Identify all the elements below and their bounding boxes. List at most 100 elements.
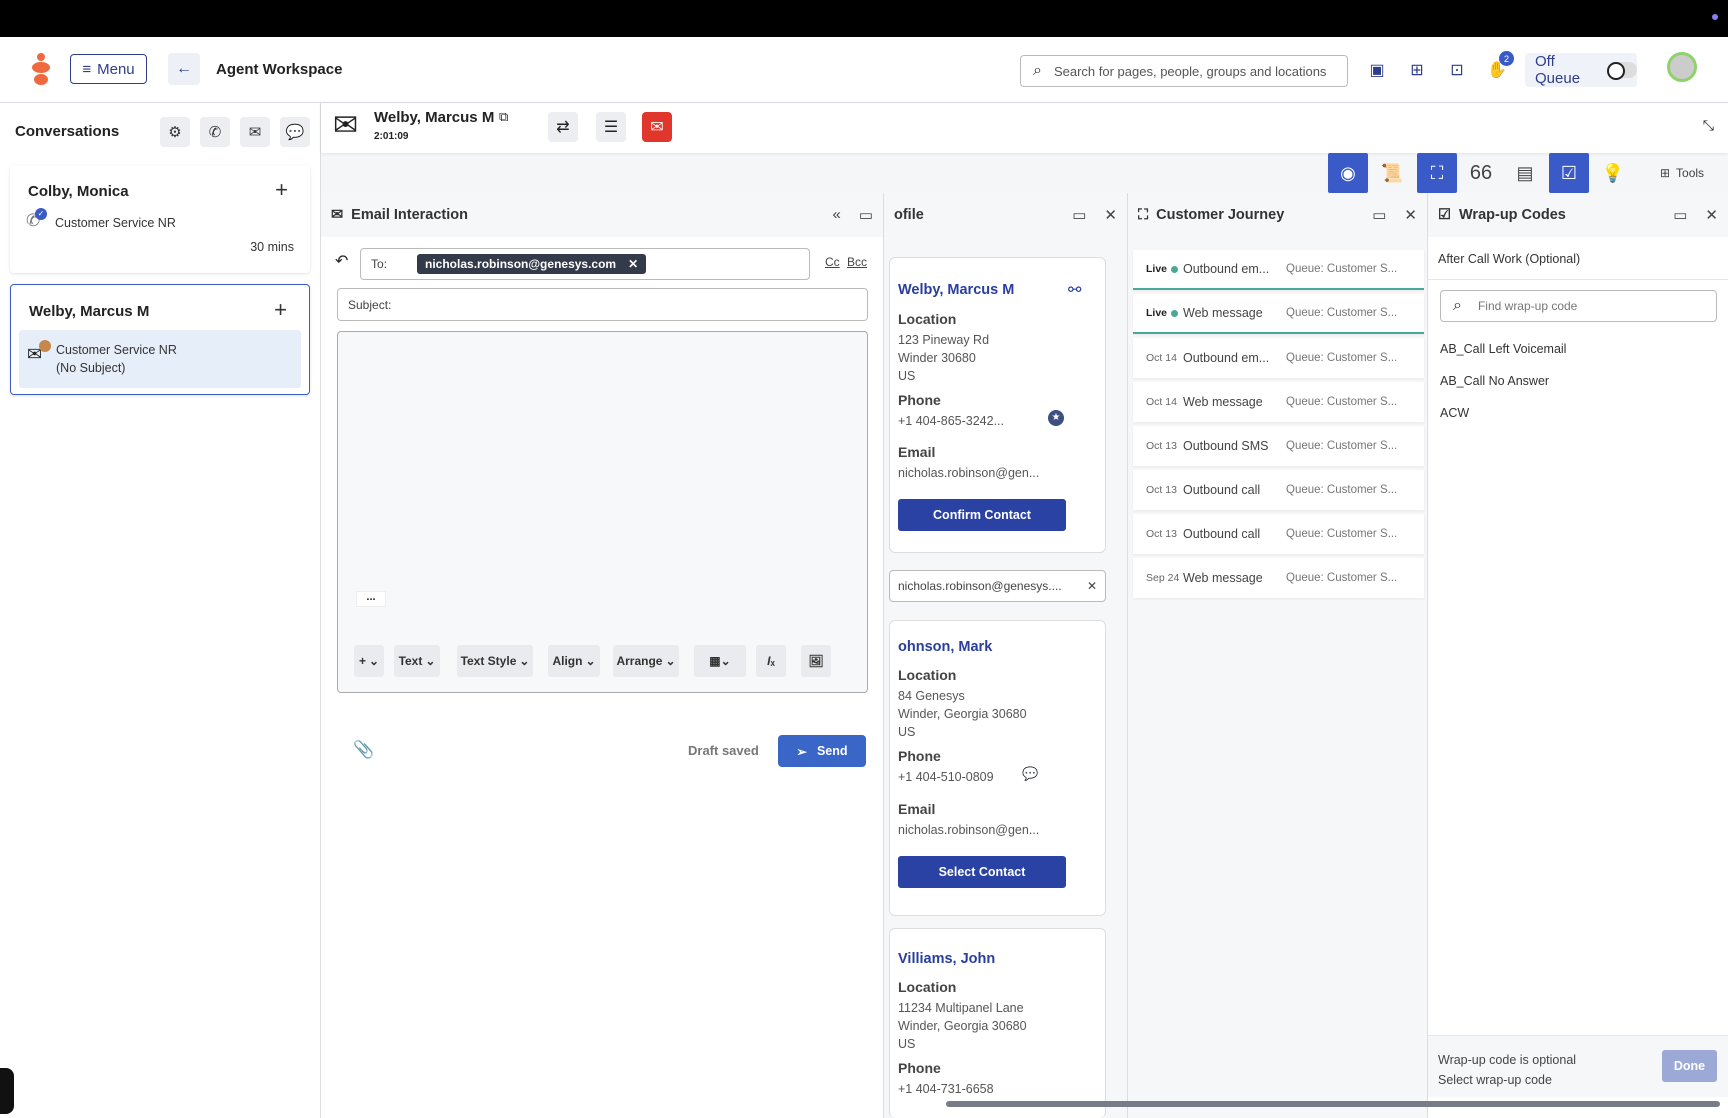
wrapup-code-option[interactable]: AB_Call Left Voicemail <box>1440 342 1566 356</box>
address: 123 Pineway Rd Winder 30680 US <box>898 331 989 385</box>
arrange-dropdown[interactable]: Arrange ⌄ <box>613 645 679 677</box>
journey-row[interactable]: Sep 24 Web message Queue: Customer S... <box>1133 558 1424 598</box>
clear-format-button[interactable]: Iₓ <box>756 645 786 677</box>
panel-toggle-icon[interactable]: ▭ <box>859 206 873 224</box>
bcc-link[interactable]: Bcc <box>847 255 867 269</box>
contact-name[interactable]: Villiams, John <box>898 951 995 967</box>
subject-field[interactable]: Subject: <box>337 288 868 321</box>
star-icon[interactable]: ★ <box>1048 410 1064 426</box>
insert-image-button[interactable]: 🖼 <box>801 645 831 677</box>
email-button[interactable]: ✉ <box>240 117 270 147</box>
journey-row[interactable]: Oct 13 Outbound SMS Queue: Customer S... <box>1133 426 1424 466</box>
interaction-timer: 2:01:09 <box>374 131 409 142</box>
message-button[interactable]: 💬 <box>280 117 310 147</box>
text-dropdown[interactable]: Text ⌄ <box>394 645 440 677</box>
script-tool[interactable]: 📜 <box>1372 153 1412 193</box>
profile-tool[interactable]: ◉ <box>1328 153 1368 193</box>
plus-icon[interactable]: + <box>275 177 288 203</box>
avatar[interactable] <box>1667 52 1697 82</box>
transfer-button[interactable]: ⇄ <box>548 112 578 142</box>
back-button[interactable]: ← <box>168 53 200 85</box>
close-icon[interactable]: ✕ <box>1705 206 1718 224</box>
confirm-contact-button[interactable]: Confirm Contact <box>898 499 1066 531</box>
text-style-label: Text Style <box>460 654 517 668</box>
quote-tool[interactable]: 66 <box>1461 153 1501 193</box>
panel-toggle-icon[interactable]: ▭ <box>1072 206 1086 224</box>
copy-icon[interactable]: ⧉ <box>499 109 508 125</box>
sms-icon[interactable]: 💬 <box>1022 766 1038 782</box>
list-button[interactable]: ☰ <box>596 112 626 142</box>
genesys-logo[interactable] <box>30 53 52 85</box>
tools-label: Tools <box>1676 166 1705 180</box>
panel-toggle-icon[interactable]: ▭ <box>1372 206 1386 224</box>
close-icon[interactable]: ✕ <box>1104 206 1117 224</box>
conversation-card-selected[interactable]: Welby, Marcus M + ✉ Customer Service NR (… <box>10 284 310 395</box>
subject: (No Subject) <box>56 361 126 375</box>
phone-label: Phone <box>898 748 941 764</box>
contact-name[interactable]: Welby, Marcus M <box>898 282 1014 298</box>
side-tab[interactable] <box>0 1068 14 1114</box>
interaction-item[interactable]: ✉ Customer Service NR (No Subject) <box>19 330 301 388</box>
conversation-card[interactable]: Colby, Monica + ✆ ✓ Customer Service NR 3… <box>10 165 310 273</box>
recipient-chip[interactable]: nicholas.robinson@genesys.com ✕ <box>417 254 647 274</box>
end-interaction-button[interactable]: ✉ <box>642 112 672 142</box>
journey-row[interactable]: Live Web message Queue: Customer S... <box>1133 294 1424 334</box>
more-button[interactable]: ... <box>356 591 386 607</box>
notifications-icon[interactable]: ✋ 2 <box>1486 51 1514 81</box>
queue-toggle[interactable]: Off Queue <box>1525 53 1637 87</box>
select-contact-button[interactable]: Select Contact <box>898 856 1066 888</box>
journey-date: Oct 14 <box>1146 396 1177 408</box>
wrapup-code-option[interactable]: AB_Call No Answer <box>1440 374 1549 388</box>
settings-button[interactable]: ⚙ <box>160 117 190 147</box>
journey-row[interactable]: Oct 13 Outbound call Queue: Customer S... <box>1133 514 1424 554</box>
journey-row[interactable]: Oct 13 Outbound call Queue: Customer S... <box>1133 470 1424 510</box>
apps-grid-icon[interactable]: ⊞ <box>1406 59 1428 81</box>
contact-name[interactable]: ohnson, Mark <box>898 639 992 655</box>
global-search-input[interactable]: ⌕ Search for pages, people, groups and lo… <box>1020 55 1348 87</box>
align-dropdown[interactable]: Align ⌄ <box>548 645 600 677</box>
insert-dropdown[interactable]: + ⌄ <box>354 645 384 677</box>
wrapup-code-option[interactable]: ACW <box>1440 406 1469 420</box>
send-icon: ➢ <box>796 744 807 759</box>
unlink-icon[interactable]: ⚯ <box>1068 280 1081 300</box>
wrapup-tool[interactable]: ☑ <box>1549 153 1589 193</box>
cc-link[interactable]: Cc <box>825 255 840 269</box>
contact-search-input[interactable]: nicholas.robinson@genesys.... ✕ <box>889 570 1106 602</box>
close-icon[interactable]: ✕ <box>1087 579 1097 593</box>
journey-row[interactable]: Live Outbound em... Queue: Customer S... <box>1133 250 1424 290</box>
add-chat-icon[interactable]: ▣ <box>1366 59 1388 81</box>
plus-icon[interactable]: + <box>274 297 287 323</box>
inbox-icon[interactable]: ⊡ <box>1446 59 1468 81</box>
collapse-icon[interactable]: « <box>832 206 840 224</box>
minimize-icon[interactable]: ⤡ <box>1703 117 1714 134</box>
journey-row[interactable]: Oct 14 Web message Queue: Customer S... <box>1133 382 1424 422</box>
paperclip-icon[interactable]: 📎 <box>353 740 374 760</box>
toggle-switch[interactable] <box>1607 62 1637 80</box>
table-dropdown[interactable]: ▦⌄ <box>694 645 746 677</box>
map-icon: ⛶ <box>1430 162 1444 183</box>
journey-tool[interactable]: ⛶ <box>1417 153 1457 193</box>
user-circle-icon: ◉ <box>1340 162 1356 183</box>
journey-row[interactable]: Oct 14 Outbound em... Queue: Customer S... <box>1133 338 1424 378</box>
to-field[interactable]: To: nicholas.robinson@genesys.com ✕ <box>360 248 810 280</box>
table-icon: ▦⌄ <box>709 654 731 668</box>
journey-queue: Queue: Customer S... <box>1286 396 1398 408</box>
call-button[interactable]: ✆ <box>200 117 230 147</box>
text-style-dropdown[interactable]: Text Style ⌄ <box>457 645 533 677</box>
email-body-editor[interactable] <box>337 331 868 693</box>
tools-button[interactable]: ⊞ Tools <box>1648 153 1716 193</box>
hamburger-icon: ≡ <box>82 60 92 78</box>
wrapup-search-input[interactable]: ⌕ Find wrap-up code <box>1440 290 1717 322</box>
email-label: Email <box>898 444 936 460</box>
done-button[interactable]: Done <box>1662 1050 1717 1082</box>
reply-icon[interactable]: ↶ <box>335 251 348 271</box>
send-button[interactable]: ➢ Send <box>778 735 866 767</box>
suggestions-tool[interactable]: 💡 <box>1593 153 1633 193</box>
menu-button[interactable]: ≡ Menu <box>70 54 147 84</box>
close-icon[interactable]: ✕ <box>628 257 638 271</box>
close-icon[interactable]: ✕ <box>1404 206 1417 224</box>
horizontal-scrollbar[interactable] <box>946 1101 1720 1107</box>
panel-toggle-icon[interactable]: ▭ <box>1673 206 1687 224</box>
notes-tool[interactable]: ▤ <box>1505 153 1545 193</box>
conversations-panel: Conversations ⚙ ✆ ✉ 💬 Colby, Monica + ✆ ✓… <box>0 103 321 1118</box>
